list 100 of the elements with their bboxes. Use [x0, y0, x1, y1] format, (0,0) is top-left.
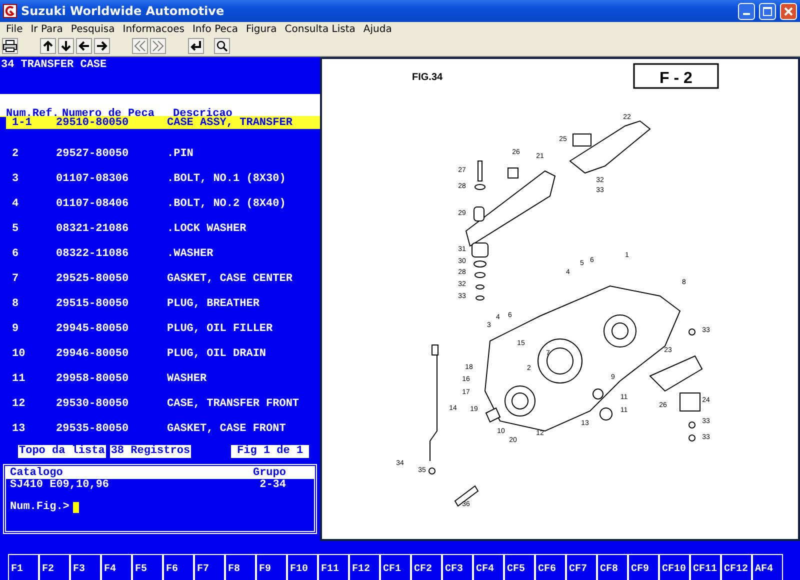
window-title: Suzuki Worldwide Automotive — [21, 4, 226, 18]
function-key[interactable]: CF2 — [411, 554, 442, 580]
parts-row[interactable]: 7 29525-80050 GASKET, CASE CENTER — [0, 266, 320, 291]
arrow-down-button[interactable] — [58, 38, 74, 54]
function-key[interactable]: CF8 — [597, 554, 628, 580]
function-key[interactable]: F3 — [70, 554, 101, 580]
table-cell-text: 29530-80050 — [56, 398, 130, 410]
table-cell-text: 08322-11086 — [56, 248, 130, 260]
table-cell: GASKET, CASE FRONT — [167, 422, 286, 434]
table-cell-text: 8 — [11, 298, 20, 310]
parts-row[interactable]: 1-1 29510-80050 CASE ASSY, TRANSFER — [0, 116, 320, 129]
function-key[interactable]: CF3 — [442, 554, 473, 580]
function-key[interactable]: CF5 — [504, 554, 535, 580]
close-icon — [784, 6, 793, 16]
close-button[interactable] — [780, 2, 797, 20]
function-key[interactable]: F10 — [287, 554, 318, 580]
parts-row[interactable]: 8 29515-80050 PLUG, BREATHER — [0, 291, 320, 316]
arrow-up-button[interactable] — [40, 38, 56, 54]
table-cell: .WASHER — [167, 248, 214, 260]
table-cell-text: 11 — [11, 372, 26, 384]
function-key[interactable]: F11 — [318, 554, 349, 580]
table-cell-text: 01107-08406 — [56, 198, 130, 210]
table-cell-text: 13 — [11, 422, 26, 434]
function-key[interactable]: F8 — [225, 554, 256, 580]
menu-item[interactable]: Ajuda — [359, 24, 396, 34]
function-key[interactable]: CF1 — [380, 554, 411, 580]
table-cell-text: 29535-80050 — [56, 422, 130, 434]
parts-row[interactable]: 9 29945-80050 PLUG, OIL FILLER — [0, 316, 320, 341]
function-key[interactable]: CF7 — [566, 554, 597, 580]
parts-row[interactable]: 4 01107-08406 .BOLT, NO.2 (8X40) — [0, 191, 320, 216]
table-cell-text: 01107-08306 — [56, 172, 130, 184]
enter-button[interactable] — [188, 38, 204, 54]
function-key[interactable]: CF11 — [690, 554, 721, 580]
table-cell: CASE ASSY, TRANSFER — [167, 116, 292, 128]
function-key[interactable]: F2 — [39, 554, 70, 580]
table-cell-text: 08321-21086 — [56, 222, 130, 234]
function-key[interactable]: CF10 — [659, 554, 690, 580]
figure-counter: Fig 1 de 1 — [231, 445, 310, 458]
table-cell-text: 2 — [11, 148, 20, 160]
table-cell: .BOLT, NO.2 (8X40) — [167, 198, 286, 210]
parts-row[interactable]: 2 29527-80050 .PIN — [0, 141, 320, 166]
parts-row[interactable]: 12 29530-80050 CASE, TRANSFER FRONT — [0, 391, 320, 416]
function-key[interactable]: CF6 — [535, 554, 566, 580]
function-key[interactable]: F6 — [163, 554, 194, 580]
function-key[interactable]: F5 — [132, 554, 163, 580]
table-cell: PLUG, BREATHER — [167, 298, 260, 310]
next-page-button[interactable] — [150, 38, 166, 54]
menu-item[interactable]: Consulta Lista — [280, 24, 360, 34]
figure-prompt: Num.Fig.> — [10, 501, 70, 513]
function-key[interactable]: F9 — [256, 554, 287, 580]
menu-item[interactable]: Pesquisa — [66, 24, 119, 34]
function-key[interactable]: F1 — [8, 554, 39, 580]
function-key[interactable]: CF12 — [721, 554, 752, 580]
menu-item[interactable]: Info Peca — [188, 24, 242, 34]
figure-code-label: F - 2 — [633, 63, 719, 89]
column-header: Numero de Peca — [62, 108, 156, 116]
column-header: Num.Ref. — [6, 108, 59, 116]
text-cursor[interactable] — [73, 502, 80, 512]
function-key[interactable]: CF9 — [628, 554, 659, 580]
record-count: 38 Registros — [110, 445, 192, 458]
function-key[interactable]: F12 — [349, 554, 380, 580]
parts-row[interactable]: 6 08322-11086 .WASHER — [0, 241, 320, 266]
menu-item[interactable]: Figura — [242, 24, 281, 34]
table-cell: .LOCK WASHER — [167, 222, 246, 234]
function-key[interactable]: AF4 — [752, 554, 783, 580]
table-cell-text: 29515-80050 — [56, 298, 130, 310]
table-cell: .PIN — [167, 148, 194, 160]
print-button[interactable] — [2, 38, 18, 54]
maximize-button[interactable] — [759, 2, 776, 20]
arrow-left-button[interactable] — [76, 38, 92, 54]
table-cell-text: 29946-80050 — [56, 348, 130, 360]
parts-row[interactable]: 13 29535-80050 GASKET, CASE FRONT — [0, 416, 320, 441]
search-button[interactable] — [214, 38, 230, 54]
function-key[interactable]: F4 — [101, 554, 132, 580]
table-cell-text: 29958-80050 — [56, 372, 130, 384]
table-cell-text: 5 — [11, 222, 20, 234]
minimize-button[interactable] — [738, 2, 755, 20]
figure-title: FIG.34 — [412, 72, 443, 83]
parts-row[interactable]: 10 29946-80050 PLUG, OIL DRAIN — [0, 341, 320, 366]
parts-row[interactable]: 11 29958-80050 WASHER — [0, 366, 320, 391]
menu-item[interactable]: File — [2, 24, 27, 34]
table-cell-text: 4 — [11, 198, 20, 210]
table-cell-text: 9 — [11, 322, 20, 334]
table-cell: PLUG, OIL DRAIN — [167, 348, 266, 360]
menu-item[interactable]: Informacoes — [118, 24, 188, 34]
catalog-label: Catalogo — [10, 467, 63, 479]
previous-page-button[interactable] — [132, 38, 148, 54]
table-cell-text: 6 — [11, 248, 20, 260]
table-cell-text: 29525-80050 — [56, 272, 130, 284]
menu-item[interactable]: Ir Para — [26, 24, 67, 34]
parts-row[interactable]: 3 01107-08306 .BOLT, NO.1 (8X30) — [0, 166, 320, 191]
maximize-icon — [763, 6, 772, 16]
catalog-value: SJ410 E09,10,96 — [10, 479, 110, 491]
table-cell-text: 3 — [11, 172, 20, 184]
list-position: Topo da lista — [18, 445, 106, 458]
function-key[interactable]: CF4 — [473, 554, 504, 580]
arrow-right-button[interactable] — [94, 38, 110, 54]
function-key[interactable]: F7 — [194, 554, 225, 580]
parts-row[interactable]: 5 08321-21086 .LOCK WASHER — [0, 216, 320, 241]
group-title: 34 TRANSFER CASE — [1, 59, 107, 71]
